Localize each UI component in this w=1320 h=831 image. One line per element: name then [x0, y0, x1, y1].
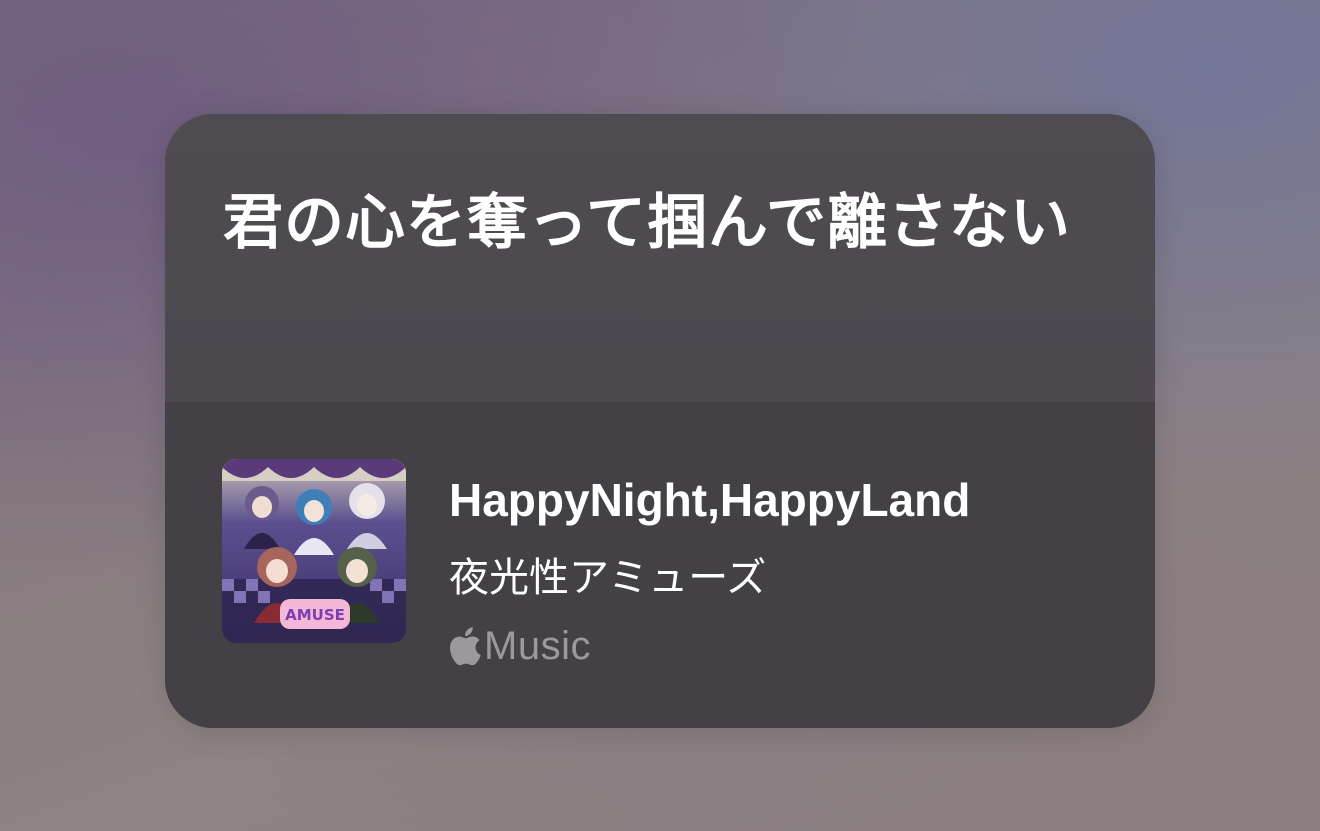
track-section[interactable]: AMUSE HappyNight,HappyLand 夜光性アミューズ Musi… — [165, 402, 1155, 728]
lyric-section: 君の心を奪って掴んで離さない — [165, 114, 1155, 402]
album-artwork[interactable]: AMUSE — [222, 459, 406, 643]
service-label: Music — [484, 624, 591, 668]
apple-music-badge: Music — [448, 616, 591, 676]
svg-text:AMUSE: AMUSE — [285, 606, 345, 624]
song-title: HappyNight,HappyLand — [449, 474, 971, 526]
lyric-text: 君の心を奪って掴んで離さない — [223, 188, 1071, 258]
apple-logo-icon — [448, 626, 482, 666]
artist-name: 夜光性アミューズ — [449, 555, 767, 601]
lyric-share-card[interactable]: 君の心を奪って掴んで離さない AMUSE HappyNight,HappyLan… — [165, 114, 1155, 728]
